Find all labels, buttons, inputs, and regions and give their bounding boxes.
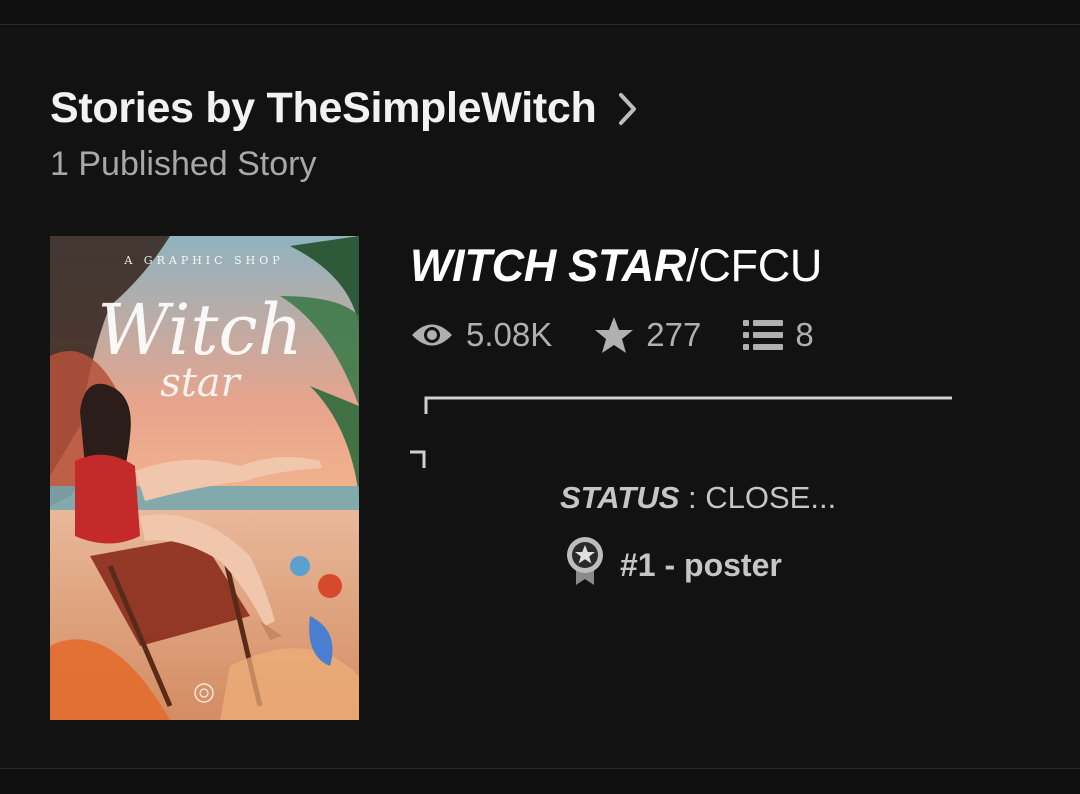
- bottom-divider: [0, 768, 1080, 794]
- status-line: STATUS : CLOSE...: [560, 480, 836, 516]
- top-divider: [0, 0, 1080, 25]
- story-title-link[interactable]: WITCH STAR/CFCU: [410, 240, 1030, 292]
- story-info: WITCH STAR/CFCU: [410, 240, 1030, 292]
- story-title-suffix: /CFCU: [686, 240, 823, 291]
- cover-script-subtitle: star: [160, 360, 242, 406]
- section-title: Stories by TheSimpleWitch: [50, 84, 597, 132]
- votes-count: 277: [646, 316, 702, 353]
- decorative-bracket-line: [410, 396, 952, 468]
- parts-stat: 8: [743, 316, 814, 354]
- story-stats: 5.08K 277 8: [410, 316, 856, 354]
- story-cover-image[interactable]: A GRAPHIC SHOP Witch star: [50, 236, 359, 720]
- story-description: STATUS : CLOSE... #1 - poster: [408, 392, 968, 652]
- parts-count: 8: [795, 316, 814, 353]
- chevron-right-icon: [614, 89, 642, 129]
- rank-text: #1 - poster: [620, 546, 782, 583]
- status-key: STATUS: [560, 480, 680, 515]
- profile-stories-section: Stories by TheSimpleWitch 1 Published St…: [0, 0, 1080, 794]
- list-icon: [743, 318, 784, 352]
- published-count: 1 Published Story: [50, 145, 317, 183]
- cover-top-text: A GRAPHIC SHOP: [123, 254, 283, 267]
- votes-stat: 277: [594, 316, 701, 354]
- cover-script-title: Witch: [97, 289, 303, 371]
- status-value: : CLOSE...: [679, 480, 837, 515]
- rank-badge-icon: [564, 536, 606, 594]
- eye-icon: [410, 320, 454, 350]
- star-icon: [594, 316, 634, 354]
- story-title-main: WITCH STAR: [410, 240, 687, 291]
- stories-header-link[interactable]: Stories by TheSimpleWitch: [50, 84, 642, 133]
- reads-stat: 5.08K: [410, 316, 552, 354]
- rank-line: #1 - poster: [564, 536, 782, 594]
- reads-count: 5.08K: [466, 316, 553, 353]
